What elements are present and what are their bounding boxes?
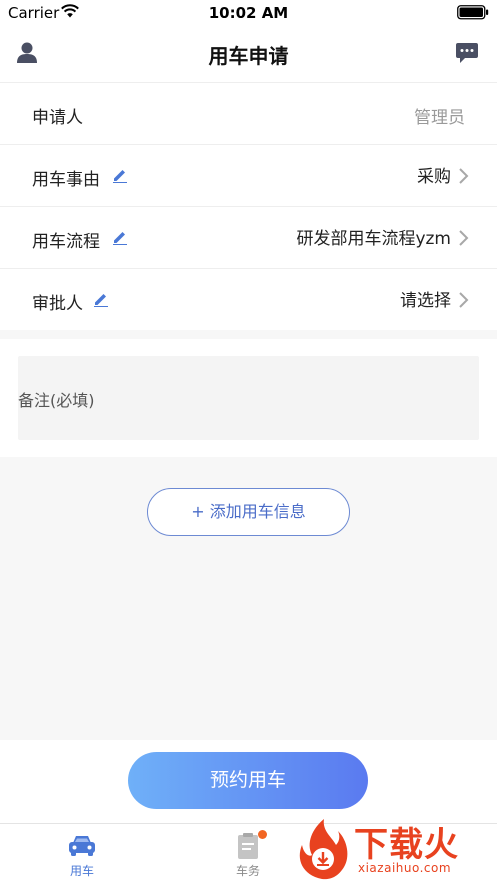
reason-value: 采购 bbox=[417, 167, 451, 187]
chevron-right-icon bbox=[459, 168, 469, 184]
reserve-car-button[interactable]: 预约用车 bbox=[128, 752, 368, 809]
approver-row[interactable]: 审批人 请选择 bbox=[0, 269, 497, 330]
applicant-row: 申请人 管理员 bbox=[0, 83, 497, 145]
pencil-icon bbox=[113, 170, 127, 183]
tab-car-label: 用车 bbox=[69, 864, 94, 878]
flame-icon bbox=[299, 819, 348, 880]
approver-value: 请选择 bbox=[400, 291, 451, 311]
tab-car-affairs-label: 车务 bbox=[235, 864, 260, 878]
chevron-right-icon bbox=[459, 230, 469, 246]
approver-label: 审批人 bbox=[32, 294, 83, 314]
pencil-icon bbox=[94, 294, 108, 307]
process-row[interactable]: 用车流程 研发部用车流程yzm bbox=[0, 207, 497, 269]
reason-row[interactable]: 用车事由 采购 bbox=[0, 145, 497, 207]
status-time: 10:02 AM bbox=[208, 4, 289, 22]
status-bar: Carrier 10:02 AM bbox=[0, 0, 497, 26]
process-label: 用车流程 bbox=[32, 232, 100, 252]
battery-icon bbox=[457, 5, 489, 20]
pencil-icon bbox=[113, 232, 127, 245]
message-icon[interactable] bbox=[455, 41, 479, 65]
chevron-right-icon bbox=[459, 292, 469, 308]
watermark-logo: 下载火 xiazaihuo.com bbox=[292, 815, 497, 883]
tab-car[interactable]: 用车 bbox=[52, 832, 112, 879]
reason-label: 用车事由 bbox=[32, 170, 100, 190]
bottom-action-area: 预约用车 bbox=[0, 740, 497, 823]
nav-bar: 用车申请 bbox=[0, 26, 497, 83]
applicant-label: 申请人 bbox=[32, 108, 83, 128]
remark-input[interactable]: 备注(必填) bbox=[18, 356, 479, 440]
applicant-value: 管理员 bbox=[414, 108, 465, 128]
notification-badge bbox=[258, 830, 267, 839]
add-car-info-button[interactable]: + 添加用车信息 bbox=[147, 488, 350, 536]
process-value: 研发部用车流程yzm bbox=[296, 229, 451, 249]
watermark-brand: 下载火 bbox=[354, 825, 459, 865]
remark-section: 备注(必填) bbox=[0, 339, 497, 457]
car-icon bbox=[69, 836, 95, 856]
tab-car-affairs[interactable]: 车务 bbox=[218, 830, 278, 879]
page-title: 用车申请 bbox=[208, 44, 289, 68]
application-form: 申请人 管理员 用车事由 采购 用车流程 研发部用车流程yzm 审批人 请选择 bbox=[0, 83, 497, 330]
watermark-domain: xiazaihuo.com bbox=[358, 861, 452, 875]
remark-placeholder: 备注(必填) bbox=[18, 391, 95, 410]
